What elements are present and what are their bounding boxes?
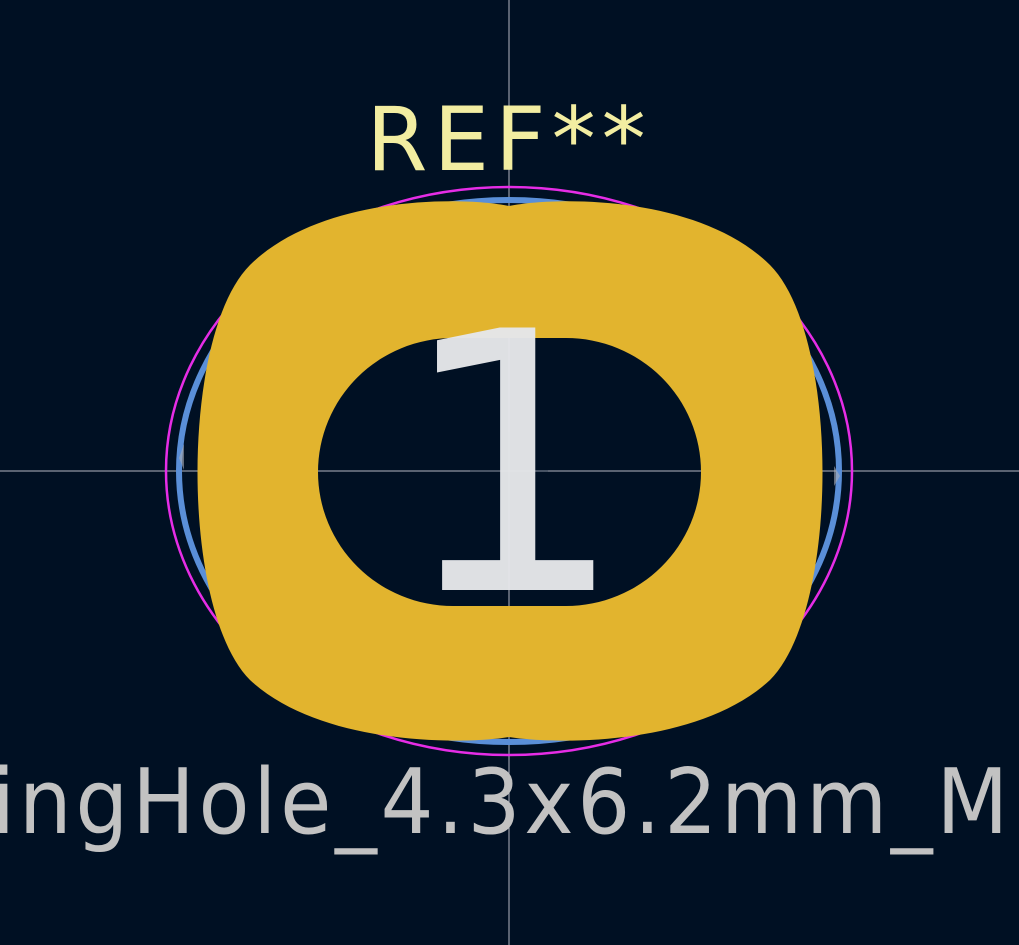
footprint-view[interactable]: 1 REF** ingHole_4.3x6.2mm_M (0, 0, 1019, 945)
pcb-editor-canvas[interactable]: 1 REF** ingHole_4.3x6.2mm_M (0, 0, 1019, 945)
pad-number-label: 1 (397, 256, 626, 675)
footprint-value-text[interactable]: ingHole_4.3x6.2mm_M (0, 750, 1012, 855)
reference-designator[interactable]: REF** (366, 88, 651, 191)
